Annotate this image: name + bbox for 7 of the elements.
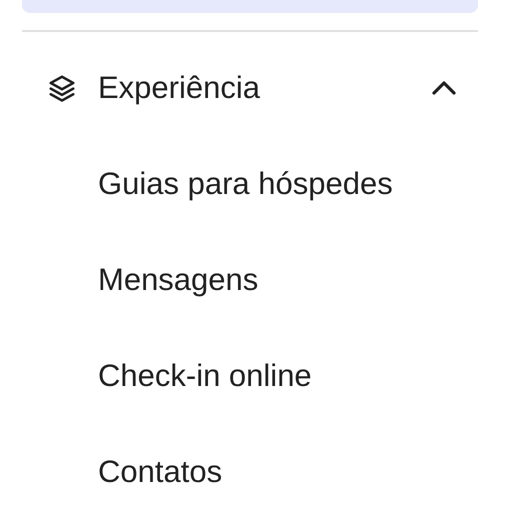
menu-item[interactable]: Guias para hóspedes [22, 136, 478, 232]
section-title: Experiência [98, 70, 261, 106]
menu-item[interactable]: Contatos [22, 424, 478, 520]
layers-icon [47, 73, 77, 103]
section-header[interactable]: Experiência [22, 40, 478, 136]
menu-item[interactable]: Check-in online [22, 328, 478, 424]
menu-item[interactable]: Mensagens [22, 232, 478, 328]
